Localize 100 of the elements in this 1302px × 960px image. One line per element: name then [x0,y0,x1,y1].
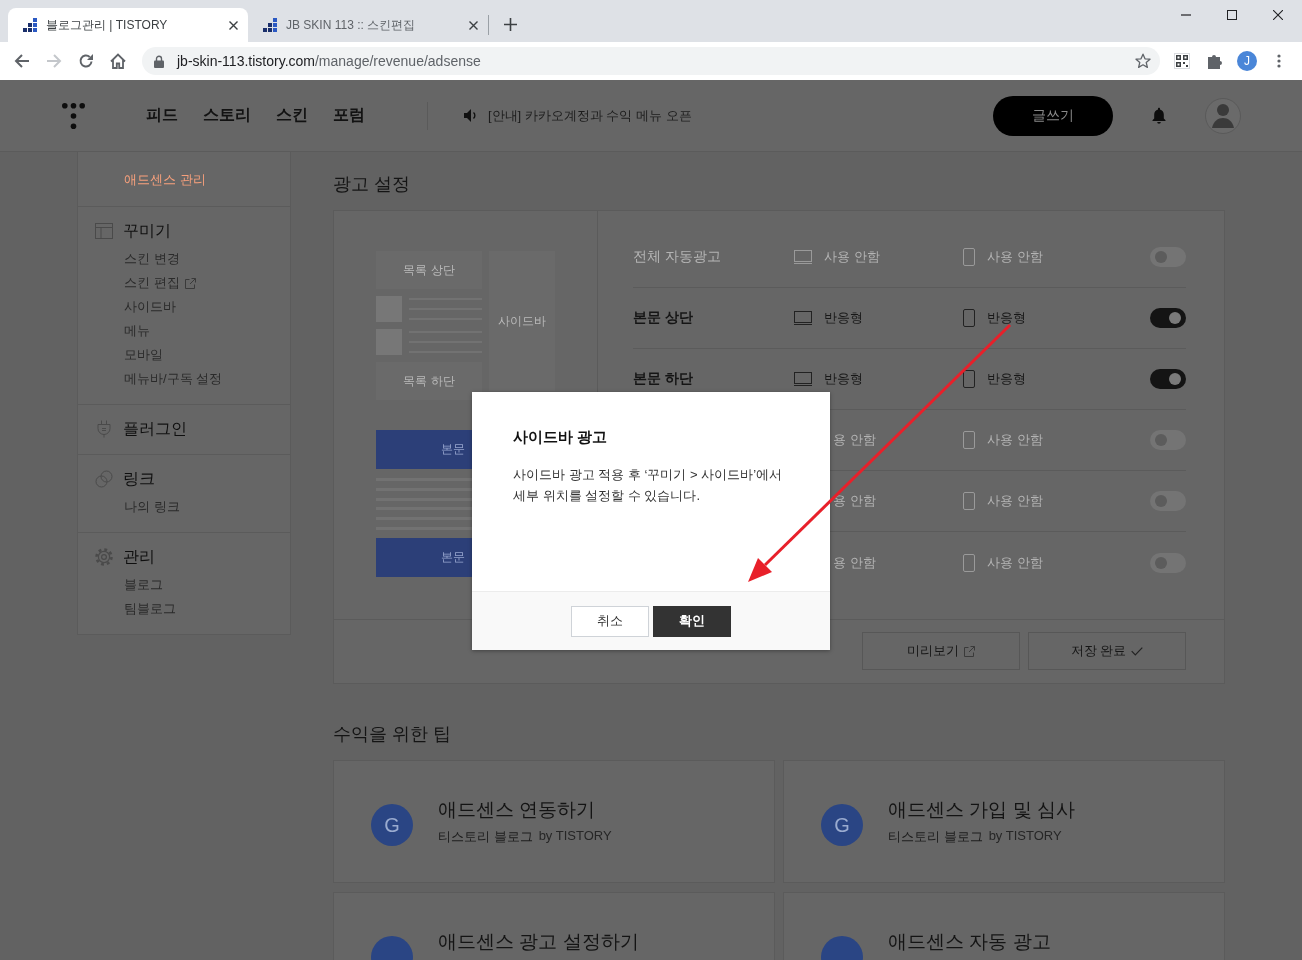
profile-avatar[interactable]: J [1237,51,1257,71]
address-bar[interactable]: jb-skin-113.tistory.com/manage/revenue/adsense [142,47,1160,75]
browser-tab[interactable]: JB SKIN 113 :: 스킨편집 [248,8,488,42]
phone-icon [963,431,975,449]
tip-card[interactable]: G 애드센스 가입 및 심사 티스토리 블로그 by TISTORY [783,760,1225,883]
layout-icon [95,222,113,240]
toggle-switch[interactable] [1150,308,1186,328]
ad-position-label: 전체 자동광고 [633,248,721,266]
sidebar-section-title: 관리 [123,546,155,567]
external-link-icon [964,645,975,657]
nav-link[interactable]: 스토리 [203,105,251,126]
dots-logo-icon[interactable] [62,102,85,129]
home-icon[interactable] [110,53,126,69]
layout-slot: 사이드바 [489,251,555,391]
ad-type-text: 용 안함 [833,553,876,572]
reload-icon[interactable] [78,53,94,69]
sidebar-item[interactable]: 모바일 [124,343,163,367]
toggle-switch[interactable] [1150,552,1186,573]
back-arrow-icon[interactable] [14,53,30,69]
phone-icon [963,370,975,388]
layout-slot: 본문 [376,430,472,469]
puzzle-icon[interactable] [1207,53,1223,69]
ad-type-text: 사용 안함 [987,248,1043,266]
dialog-title: 사이드바 광고 [513,427,609,447]
browser-tab[interactable]: 블로그관리 | TISTORY [8,8,248,42]
preview-button[interactable]: 미리보기 [862,632,1020,670]
maximize-icon[interactable] [1227,10,1237,20]
tip-title: 애드센스 연동하기 [438,798,596,822]
sidebar-section-title: 꾸미기 [123,220,171,241]
toggle-switch[interactable] [1150,247,1186,267]
star-icon[interactable] [1135,53,1151,69]
sidebar-item[interactable]: 메뉴바/구독 설정 [124,367,223,391]
monitor-icon [794,250,812,264]
layout-slot: 목록 상단 [376,251,482,289]
ad-type-text: 반응형 [987,370,1026,388]
ad-type-text: 반응형 [824,370,863,388]
ad-position-label: 본문 상단 [633,309,693,327]
tip-card[interactable]: 애드센스 자동 광고 [783,892,1225,960]
sidebar-item[interactable]: 나의 링크 [124,495,180,519]
cancel-button[interactable]: 취소 [571,605,649,637]
confirm-button[interactable]: 확인 [653,605,731,637]
check-icon [1131,646,1144,656]
plus-icon[interactable] [504,18,517,31]
tip-title: 애드센스 자동 광고 [888,930,1051,954]
sidebar-item[interactable]: 스킨 변경 [124,247,180,271]
speaker-icon [464,109,478,122]
save-button[interactable]: 저장 완료 [1028,632,1186,670]
ad-position-label: 본문 하단 [633,370,693,388]
sidebar-item[interactable]: 스킨 편집 [124,271,196,295]
tip-source: 티스토리 블로그 [888,828,983,846]
plug-icon [95,420,113,438]
bars-icon [23,18,37,32]
nav-link[interactable]: 피드 [146,105,178,126]
close-icon[interactable] [469,20,478,30]
ad-type-text: 사용 안함 [987,492,1043,510]
letter-avatar: G [371,804,413,846]
ad-type-text: 용 안함 [833,492,876,510]
tip-author: by TISTORY [538,828,612,845]
toggle-switch[interactable] [1150,430,1186,450]
tip-card[interactable]: 애드센스 광고 설정하기 [333,892,775,960]
bars-icon [263,18,277,32]
ad-type-text: 사용 안함 [987,553,1043,572]
write-button[interactable]: 글쓰기 [993,95,1113,136]
ad-type-text: 사용 안함 [824,248,880,266]
phone-icon [963,248,975,266]
close-icon[interactable] [229,20,238,30]
qr-code-icon[interactable] [1174,53,1190,69]
ad-type-text: 사용 안함 [987,431,1043,449]
phone-icon [963,553,975,572]
phone-icon [963,492,975,510]
section-title: 수익을 위한 팁 [333,723,451,746]
tip-card[interactable]: G 애드센스 연동하기 티스토리 블로그 by TISTORY [333,760,775,883]
sidebar-item[interactable]: 사이드바 [124,295,176,319]
letter-avatar: G [821,804,863,846]
toggle-switch[interactable] [1150,491,1186,511]
bell-icon[interactable] [1152,107,1166,124]
tip-title: 애드센스 가입 및 심사 [888,798,1075,822]
tip-title: 애드센스 광고 설정하기 [438,930,639,954]
kebab-menu-icon[interactable] [1277,54,1281,68]
nav-link[interactable]: 스킨 [276,105,308,126]
layout-slot: 목록 하단 [376,362,482,400]
ad-type-text: 반응형 [987,309,1026,327]
sidebar-section-title: 플러그인 [123,418,187,439]
close-icon[interactable] [1273,10,1283,20]
notice-link[interactable]: [안내] 카카오계정과 수익 메뉴 오픈 [488,106,692,125]
ad-type-text: 반응형 [824,309,863,327]
monitor-icon [794,372,812,386]
dialog-message: 사이드바 광고 적용 후 ‘꾸미기 > 사이드바’에서 세부 위치를 설정할 수 있습니다. [513,466,784,505]
sidebar-item[interactable]: 블로그 [124,573,163,597]
ad-type-text: 용 안함 [833,431,876,449]
phone-icon [963,309,975,327]
link-icon [95,470,113,488]
sidebar-section-title: 링크 [123,468,155,489]
monitor-icon [794,311,812,325]
nav-link[interactable]: 포럼 [333,105,365,126]
sidebar-item[interactable]: 팀블로그 [124,597,176,621]
layout-slot: 본문 [376,538,472,577]
toggle-switch[interactable] [1150,369,1186,389]
sidebar-item[interactable]: 애드센스 관리 [124,168,206,192]
tip-source: 티스토리 블로그 [438,828,533,846]
